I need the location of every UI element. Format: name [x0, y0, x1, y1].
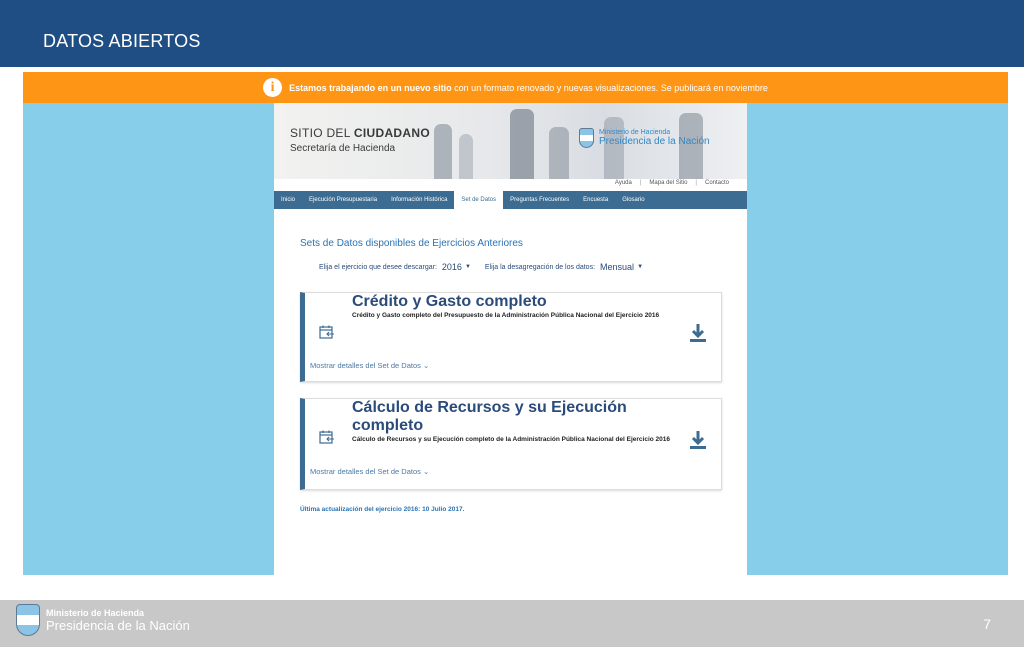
sets-title: Sets de Datos disponibles de Ejercicios …	[300, 238, 523, 249]
util-link-contacto[interactable]: Contacto	[705, 180, 729, 186]
filters: Elija el ejercicio que desee descargar: …	[319, 262, 657, 272]
site-header: SITIO DEL CIUDADANO Secretaría de Hacien…	[274, 103, 747, 179]
nav-item-ejecucion[interactable]: Ejecución Presupuestaria	[302, 191, 384, 209]
nav-item-encuesta[interactable]: Encuesta	[576, 191, 615, 209]
header-photo	[549, 127, 569, 179]
download-icon[interactable]	[689, 323, 707, 343]
divider: |	[695, 180, 697, 186]
header-photo	[434, 124, 452, 179]
nav-item-glosario[interactable]: Glosario	[615, 191, 651, 209]
shield-icon	[16, 604, 40, 636]
chevron-down-icon: ⌄	[422, 467, 430, 476]
year-select[interactable]: 2016	[442, 262, 462, 272]
slide-title: DATOS ABIERTOS	[43, 31, 201, 51]
dataset-description: Cálculo de Recursos y su Ejecución compl…	[352, 436, 671, 443]
page-number: 7	[983, 616, 991, 632]
slide-footer: Ministerio de Hacienda Presidencia de la…	[0, 600, 1024, 647]
chevron-down-icon[interactable]: ▼	[637, 264, 643, 270]
dataset-card: Crédito y Gasto completo Crédito y Gasto…	[300, 292, 722, 382]
calendar-icon	[319, 325, 334, 339]
site-name-bold: CIUDADANO	[353, 126, 430, 140]
show-details-link[interactable]: Mostrar detalles del Set de Datos ⌄	[310, 361, 429, 370]
util-link-mapa[interactable]: Mapa del Sitio	[649, 180, 687, 186]
period-filter-label: Elija la desagregación de los datos:	[484, 263, 596, 271]
dataset-title[interactable]: Crédito y Gasto completo	[352, 293, 652, 311]
divider: |	[639, 180, 642, 186]
gov-logo[interactable]: Ministerio de Hacienda Presidencia de la…	[579, 128, 710, 148]
dataset-card: Cálculo de Recursos y su Ejecución compl…	[300, 398, 722, 490]
show-details-label: Mostrar detalles del Set de Datos	[310, 361, 421, 370]
download-icon[interactable]	[689, 430, 707, 450]
chevron-down-icon[interactable]: ▼	[465, 264, 471, 270]
dataset-description: Crédito y Gasto completo del Presupuesto…	[352, 312, 660, 319]
gov-logo-line1: Ministerio de Hacienda	[599, 129, 671, 136]
nav-item-inicio[interactable]: Inicio	[274, 191, 302, 209]
banner-text-bold: Estamos trabajando en un nuevo sitio	[289, 82, 452, 93]
main-nav: Inicio Ejecución Presupuestaria Informac…	[274, 190, 747, 209]
show-details-link[interactable]: Mostrar detalles del Set de Datos ⌄	[310, 467, 429, 476]
year-filter-label: Elija el ejercicio que desee descargar:	[319, 263, 437, 271]
header-photo	[459, 134, 473, 179]
site-name: SITIO DEL CIUDADANO	[290, 126, 430, 140]
banner-text-rest: con un formato renovado y nuevas visuali…	[454, 82, 768, 93]
banner-text: Estamos trabajando en un nuevo sitio con…	[289, 83, 768, 93]
util-link-ayuda[interactable]: Ayuda	[615, 180, 632, 186]
utility-links: Ayuda | Mapa del Sitio | Contacto	[615, 180, 729, 186]
calendar-icon	[319, 430, 334, 444]
info-icon: i	[263, 78, 283, 97]
period-select[interactable]: Mensual	[600, 262, 634, 272]
nav-item-set-de-datos[interactable]: Set de Datos	[454, 190, 504, 209]
slide-header: DATOS ABIERTOS	[0, 0, 1024, 67]
gov-logo-line2: Presidencia de la Nación	[599, 136, 710, 147]
footer-logo: Ministerio de Hacienda Presidencia de la…	[16, 604, 190, 636]
footer-line1: Ministerio de Hacienda	[46, 607, 145, 618]
chevron-down-icon: ⌄	[422, 361, 430, 370]
last-update: Última actualización del ejercicio 2016:…	[300, 506, 465, 513]
shield-icon	[579, 128, 594, 148]
nav-item-historica[interactable]: Información Histórica	[384, 191, 454, 209]
site-subtitle: Secretaría de Hacienda	[290, 143, 396, 154]
site-name-prefix: SITIO DEL	[290, 126, 351, 140]
footer-line2: Presidencia de la Nación	[46, 617, 190, 633]
header-photo	[604, 117, 624, 179]
nav-item-preguntas[interactable]: Preguntas Frecuentes	[503, 191, 576, 209]
show-details-label: Mostrar detalles del Set de Datos	[310, 467, 421, 476]
website-screenshot: i Estamos trabajando en un nuevo sitio c…	[23, 72, 1008, 575]
notice-banner: i Estamos trabajando en un nuevo sitio c…	[23, 72, 1008, 103]
dataset-title[interactable]: Cálculo de Recursos y su Ejecución compl…	[352, 399, 652, 435]
site-page: SITIO DEL CIUDADANO Secretaría de Hacien…	[274, 103, 747, 575]
header-photo	[510, 109, 534, 179]
